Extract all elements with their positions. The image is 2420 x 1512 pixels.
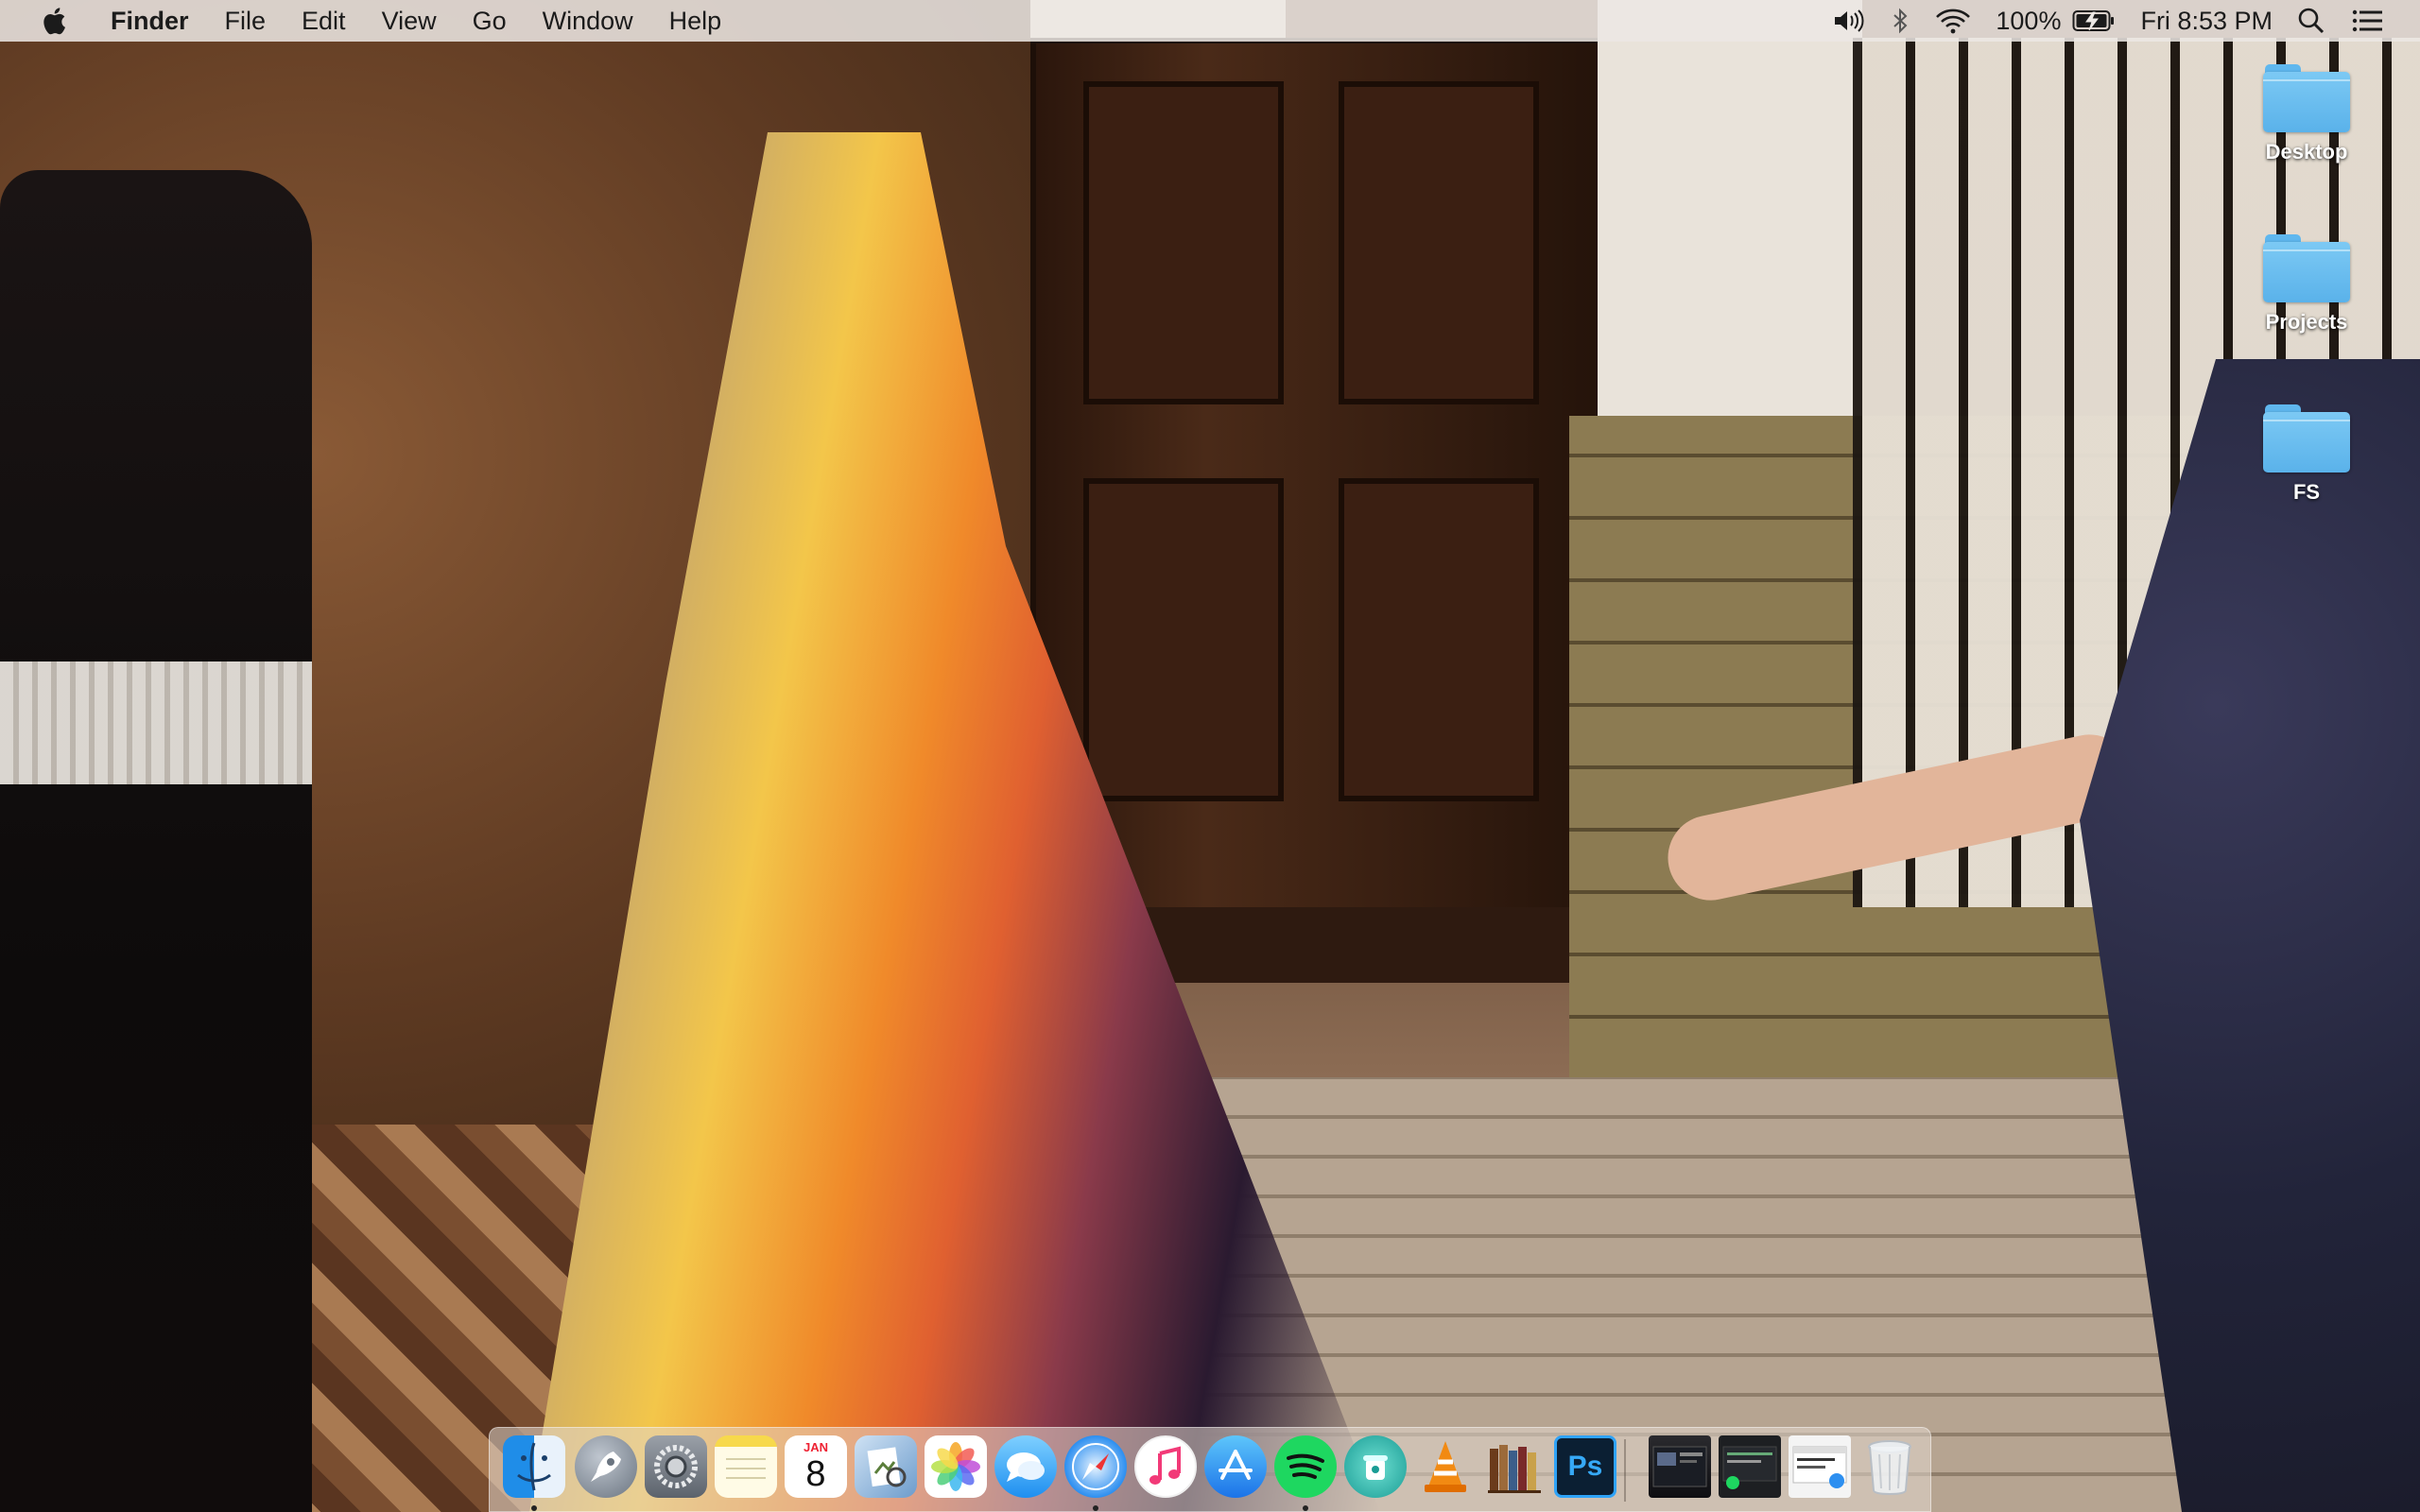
running-indicator (531, 1505, 537, 1511)
desktop-folder-label: Projects (2265, 310, 2348, 334)
desktop-folder-desktop[interactable]: Desktop (2240, 64, 2373, 164)
menu-file[interactable]: File (207, 0, 285, 42)
dock-preview-icon[interactable] (855, 1435, 917, 1498)
dock-safari-icon[interactable] (1064, 1435, 1127, 1498)
menu-app-name[interactable]: Finder (93, 0, 207, 42)
dock-cleaner-icon[interactable] (1344, 1435, 1407, 1498)
desktop-folder-label: Desktop (2265, 140, 2348, 163)
dock-window-thumbnail-1[interactable] (1649, 1435, 1711, 1498)
menu-bar-status: 100% Fri 8:53 PM (1820, 0, 2420, 42)
wifi-icon[interactable] (1922, 0, 1984, 42)
running-indicator (1303, 1505, 1308, 1511)
menu-go[interactable]: Go (455, 0, 525, 42)
dock-photoshop-icon[interactable]: Ps (1554, 1435, 1616, 1498)
wallpaper-figure-left (0, 170, 312, 1512)
dock-finder-icon[interactable] (503, 1435, 565, 1498)
dock-books-icon[interactable] (1484, 1435, 1547, 1498)
menu-window[interactable]: Window (525, 0, 651, 42)
dock-separator (1624, 1439, 1626, 1502)
calendar-day: 8 (805, 1454, 826, 1494)
apple-menu-icon[interactable] (38, 5, 70, 37)
wallpaper-pillar (1598, 0, 1862, 444)
dock-messages-icon[interactable] (994, 1435, 1057, 1498)
menu-bar: Finder File Edit View Go Window Help 100… (0, 0, 2420, 42)
dock-system-preferences-icon[interactable] (645, 1435, 707, 1498)
dock-app-store-icon[interactable] (1204, 1435, 1267, 1498)
running-indicator (1093, 1505, 1098, 1511)
folder-icon (2263, 234, 2350, 302)
dock: JAN 8 Ps (489, 1427, 1931, 1512)
desktop-folder-label: FS (2292, 480, 2321, 504)
folder-icon (2263, 64, 2350, 132)
spotlight-search-icon[interactable] (2284, 0, 2339, 42)
menu-help[interactable]: Help (651, 0, 740, 42)
notification-center-icon[interactable] (2339, 0, 2397, 42)
dock-photos-icon[interactable] (925, 1435, 987, 1498)
dock-launchpad-icon[interactable] (575, 1435, 637, 1498)
dock-itunes-icon[interactable] (1134, 1435, 1197, 1498)
clock[interactable]: Fri 8:53 PM (2129, 0, 2284, 42)
battery-charging-icon[interactable] (2072, 0, 2129, 42)
dock-spotify-icon[interactable] (1274, 1435, 1337, 1498)
desktop-folder-projects[interactable]: Projects (2240, 234, 2373, 335)
desktop-folder-fs[interactable]: FS (2240, 404, 2373, 505)
folder-icon (2263, 404, 2350, 472)
bluetooth-icon[interactable] (1878, 0, 1922, 42)
desktop-wallpaper (0, 0, 2420, 1512)
volume-icon[interactable] (1820, 0, 1878, 42)
dock-window-thumbnail-2[interactable] (1719, 1435, 1781, 1498)
dock-calendar-icon[interactable]: JAN 8 (785, 1435, 847, 1498)
battery-percent[interactable]: 100% (1984, 0, 2072, 42)
wallpaper-lace (0, 662, 312, 784)
wallpaper-door (1030, 38, 1609, 919)
menu-bar-left: Finder File Edit View Go Window Help (0, 0, 739, 42)
dock-trash-icon[interactable] (1858, 1435, 1921, 1498)
menu-view[interactable]: View (364, 0, 455, 42)
dock-vlc-icon[interactable] (1414, 1435, 1477, 1498)
calendar-month: JAN (803, 1440, 828, 1454)
photoshop-label: Ps (1567, 1451, 1603, 1482)
dock-notes-icon[interactable] (715, 1435, 777, 1498)
menu-edit[interactable]: Edit (284, 0, 364, 42)
dock-window-thumbnail-3[interactable] (1789, 1435, 1851, 1498)
